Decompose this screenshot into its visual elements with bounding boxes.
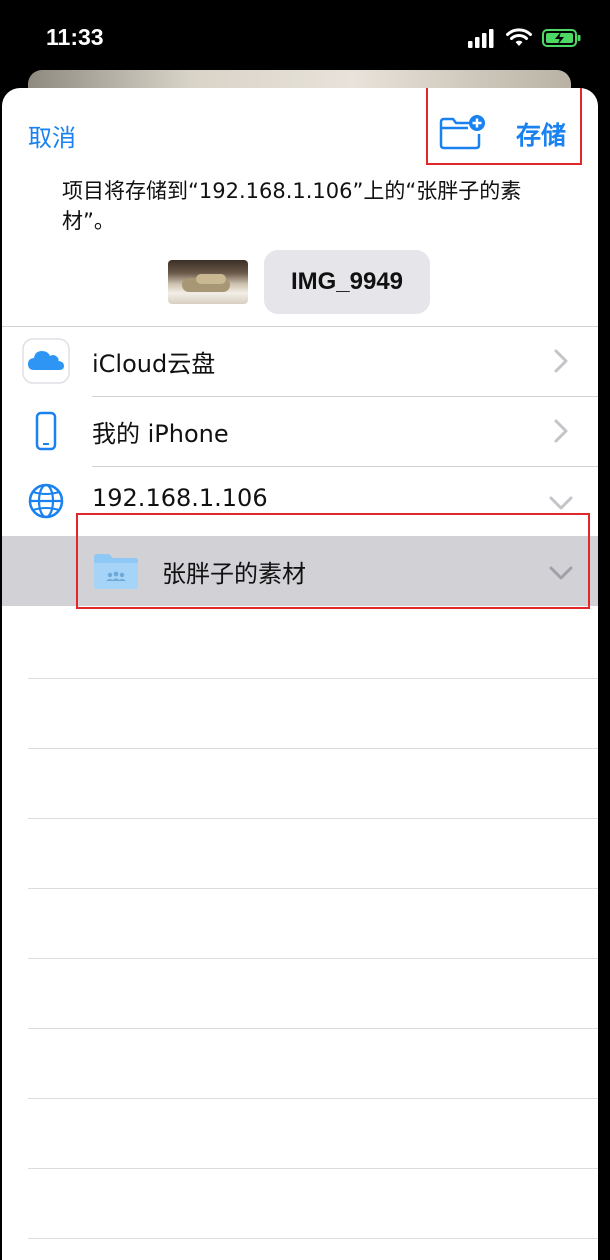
iphone-icon — [35, 411, 57, 451]
divider — [28, 1028, 598, 1029]
divider — [28, 1168, 598, 1169]
nav-bar: 取消 存储 — [2, 88, 598, 178]
wifi-icon — [506, 28, 532, 46]
folder-row-selected[interactable]: 张胖子的素材 — [2, 536, 598, 606]
chevron-right-icon — [554, 419, 568, 443]
divider — [28, 1098, 598, 1099]
cancel-button[interactable]: 取消 — [28, 118, 76, 153]
save-button[interactable]: 存储 — [516, 116, 566, 152]
icloud-icon — [22, 338, 70, 384]
status-icons — [468, 28, 582, 48]
divider — [28, 958, 598, 959]
location-label: 我的 iPhone — [92, 420, 229, 448]
battery-charging-icon — [542, 29, 581, 47]
location-label: iCloud云盘 — [92, 350, 216, 378]
file-thumbnail — [168, 260, 248, 304]
divider — [28, 1238, 598, 1239]
file-name-field[interactable]: IMG_9949 — [264, 250, 430, 314]
divider — [28, 888, 598, 889]
folder-plus-icon[interactable] — [438, 114, 486, 150]
location-iphone[interactable]: 我的 iPhone — [2, 396, 598, 466]
divider — [28, 678, 598, 679]
folder-label: 张胖子的素材 — [162, 560, 306, 588]
save-sheet: 取消 存储 项目将存储到“192.168.1.106”上的“张胖子的素材”。 I… — [2, 88, 598, 1260]
signal-icon — [468, 29, 494, 48]
location-label: 192.168.1.106 — [92, 484, 268, 512]
location-icloud[interactable]: iCloud云盘 — [2, 326, 598, 396]
globe-icon — [28, 483, 64, 519]
chevron-down-icon — [549, 566, 573, 580]
location-server[interactable]: 192.168.1.106 — [2, 466, 598, 536]
status-time: 11:33 — [46, 24, 104, 50]
shared-folder-icon — [94, 554, 138, 589]
divider — [28, 748, 598, 749]
chevron-right-icon — [554, 349, 568, 373]
chevron-down-icon — [549, 496, 573, 510]
divider — [28, 818, 598, 819]
save-description: 项目将存储到“192.168.1.106”上的“张胖子的素材”。 — [62, 179, 522, 233]
